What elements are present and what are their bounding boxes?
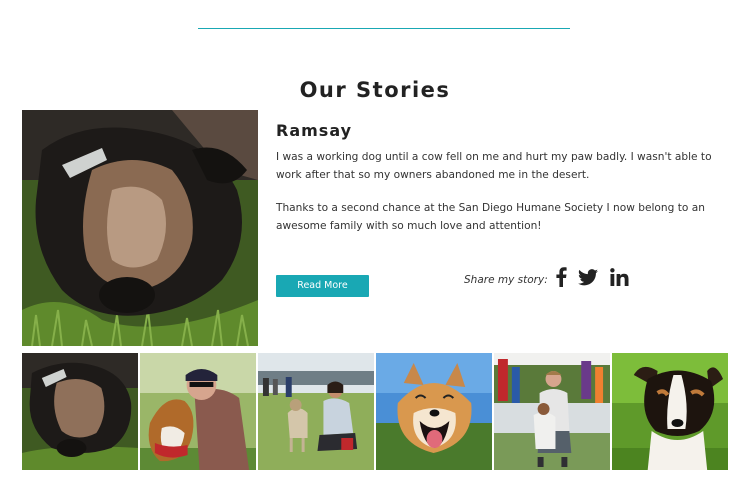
- section-divider: [198, 28, 570, 29]
- gallery-thumb-volunteer-dog[interactable]: [258, 353, 374, 470]
- story-gallery: [22, 353, 728, 470]
- facebook-icon[interactable]: [552, 265, 570, 289]
- linkedin-icon[interactable]: [608, 265, 630, 289]
- gallery-thumb-event[interactable]: [494, 353, 610, 470]
- story-paragraph-1: I was a working dog until a cow fell on …: [276, 151, 712, 181]
- gallery-thumb-sheltie[interactable]: [140, 353, 256, 470]
- section-title: Our Stories: [299, 78, 451, 102]
- story-title: Ramsay: [276, 121, 353, 140]
- share-label: Share my story:: [464, 274, 548, 286]
- gallery-thumb-shiba[interactable]: [376, 353, 492, 470]
- twitter-icon[interactable]: [577, 265, 599, 289]
- gallery-thumb-terrier[interactable]: [612, 353, 728, 470]
- gallery-thumb-ramsay[interactable]: [22, 353, 138, 470]
- story-main-photo: [22, 110, 258, 346]
- story-paragraph-2: Thanks to a second chance at the San Die…: [276, 202, 705, 232]
- read-more-button[interactable]: Read More: [276, 275, 369, 297]
